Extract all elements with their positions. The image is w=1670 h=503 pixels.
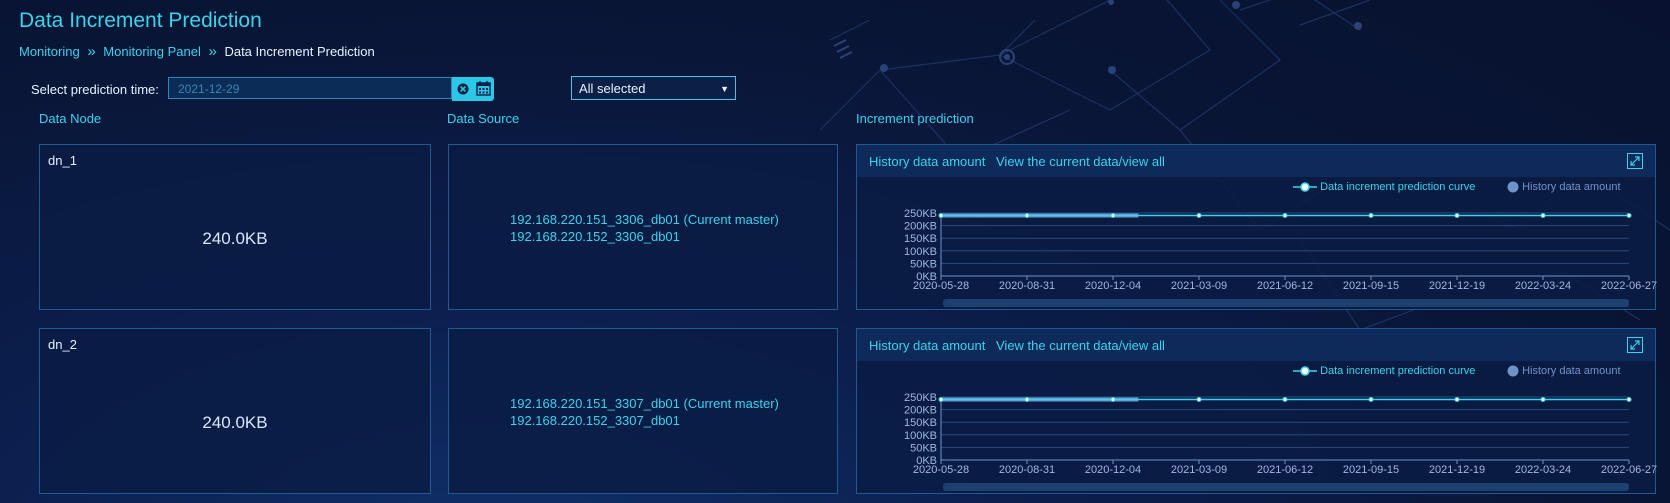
prediction-time-label: Select prediction time:: [31, 82, 159, 97]
breadcrumb-monitoring[interactable]: Monitoring: [19, 44, 80, 59]
x-tick-label: 2021-09-15: [1343, 464, 1399, 476]
breadcrumb: Monitoring » Monitoring Panel » Data Inc…: [19, 43, 375, 60]
x-tick-label: 2020-05-28: [913, 280, 969, 292]
prediction-point[interactable]: [1454, 213, 1460, 219]
y-tick-label: 250KB: [904, 392, 937, 404]
data-source-card: 192.168.220.151_3307_db01 (Current maste…: [448, 328, 838, 494]
page-title: Data Increment Prediction: [19, 9, 262, 32]
data-source-replica: 192.168.220.152_3306_db01: [510, 229, 680, 244]
prediction-point[interactable]: [1368, 397, 1374, 403]
x-tick-label: 2021-12-19: [1429, 280, 1485, 292]
datasource-select[interactable]: All selected ▼: [571, 76, 736, 100]
column-header-data-source: Data Source: [447, 111, 520, 126]
prediction-point[interactable]: [1024, 213, 1030, 219]
prediction-point[interactable]: [1110, 213, 1116, 219]
x-tick-label: 2020-12-04: [1085, 464, 1141, 476]
prediction-point[interactable]: [1454, 397, 1460, 403]
node-size: 240.0KB: [202, 229, 268, 248]
node-name: dn_2: [48, 337, 77, 352]
prediction-point[interactable]: [1540, 213, 1546, 219]
data-source-master: 192.168.220.151_3307_db01 (Current maste…: [510, 396, 779, 411]
breadcrumb-separator: »: [208, 43, 217, 61]
prediction-point[interactable]: [1626, 397, 1632, 403]
x-tick-label: 2021-09-15: [1343, 280, 1399, 292]
column-header-data-node: Data Node: [39, 111, 102, 126]
prediction-point[interactable]: [1368, 213, 1374, 219]
x-tick-label: 2020-12-04: [1085, 280, 1141, 292]
y-tick-label: 100KB: [904, 430, 937, 442]
prediction-point[interactable]: [938, 213, 944, 219]
y-tick-label: 200KB: [904, 405, 937, 417]
zoom-scrollbar[interactable]: [943, 483, 1629, 491]
prediction-point[interactable]: [1282, 397, 1288, 403]
clear-icon[interactable]: [452, 77, 473, 101]
node-size: 240.0KB: [202, 413, 268, 432]
y-tick-label: 150KB: [904, 417, 937, 429]
x-tick-label: 2021-12-19: [1429, 464, 1485, 476]
prediction-point[interactable]: [1282, 213, 1288, 219]
prediction-point[interactable]: [1024, 397, 1030, 403]
x-tick-label: 2020-08-31: [999, 280, 1055, 292]
column-header-increment-prediction: Increment prediction: [856, 111, 974, 126]
x-tick-label: 2022-03-24: [1515, 280, 1571, 292]
date-buttons: [452, 77, 494, 101]
prediction-point[interactable]: [938, 397, 944, 403]
prediction-date-input[interactable]: 2021-12-29: [168, 77, 452, 99]
x-tick-label: 2021-03-09: [1171, 464, 1227, 476]
data-source-replica: 192.168.220.152_3307_db01: [510, 413, 680, 428]
increment-chart: 250KB200KB150KB100KB50KB0KB2020-05-28 202…: [904, 208, 1657, 307]
x-tick-label: 2022-03-24: [1515, 464, 1571, 476]
increment-prediction-chart-panel: History data amount View the current dat…: [856, 328, 1657, 494]
y-tick-label: 150KB: [904, 233, 937, 245]
data-node-card: dn_1 240.0KB: [39, 144, 431, 310]
data-source-card: 192.168.220.151_3306_db01 (Current maste…: [448, 144, 838, 310]
x-tick-label: 2020-08-31: [999, 464, 1055, 476]
y-tick-label: 250KB: [904, 208, 937, 220]
prediction-point[interactable]: [1196, 213, 1202, 219]
increment-chart: 250KB200KB150KB100KB50KB0KB2020-05-28 202…: [904, 392, 1657, 491]
x-tick-label: 2021-03-09: [1171, 280, 1227, 292]
prediction-point[interactable]: [1626, 213, 1632, 219]
x-tick-label: 2020-05-28: [913, 464, 969, 476]
x-tick-label: 2022-06-27: [1601, 280, 1657, 292]
y-tick-label: 200KB: [904, 221, 937, 233]
increment-prediction-chart-panel: History data amount View the current dat…: [856, 144, 1657, 310]
data-node-card: dn_2 240.0KB: [39, 328, 431, 494]
y-tick-label: 50KB: [910, 258, 937, 270]
x-tick-label: 2021-06-12: [1257, 280, 1313, 292]
prediction-point[interactable]: [1540, 397, 1546, 403]
y-tick-label: 100KB: [904, 246, 937, 258]
node-name: dn_1: [48, 153, 77, 168]
breadcrumb-separator: »: [87, 43, 96, 61]
datasource-select-value: All selected: [579, 81, 646, 96]
data-source-master: 192.168.220.151_3306_db01 (Current maste…: [510, 212, 779, 227]
breadcrumb-monitoring-panel[interactable]: Monitoring Panel: [103, 44, 201, 59]
prediction-point[interactable]: [1196, 397, 1202, 403]
prediction-point[interactable]: [1110, 397, 1116, 403]
prediction-date-picker: 2021-12-29: [168, 77, 494, 101]
chevron-down-icon: ▼: [720, 84, 729, 94]
calendar-icon[interactable]: [473, 77, 494, 101]
breadcrumb-current: Data Increment Prediction: [224, 44, 375, 60]
y-tick-label: 50KB: [910, 442, 937, 454]
zoom-scrollbar[interactable]: [943, 299, 1629, 307]
x-tick-label: 2021-06-12: [1257, 464, 1313, 476]
x-tick-label: 2022-06-27: [1601, 464, 1657, 476]
